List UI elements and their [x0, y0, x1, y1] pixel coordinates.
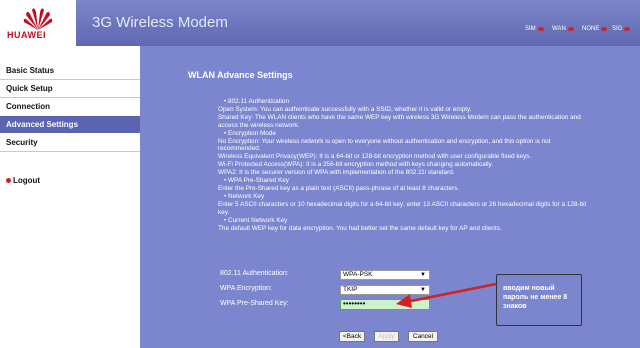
- app-title: 3G Wireless Modem: [92, 14, 228, 31]
- psk-label: WPA Pre-Shared Key:: [220, 300, 289, 307]
- back-button[interactable]: <Back: [339, 331, 365, 342]
- wan-status-label: WAN: [552, 26, 566, 32]
- main-panel: WLAN Advance Settings 802.11 Authenticat…: [140, 46, 640, 348]
- help-heading: Encryption Mode: [224, 130, 593, 138]
- page-title: WLAN Advance Settings: [188, 70, 293, 80]
- sim-status-label: SIM: [525, 26, 536, 32]
- sidebar-item-quick-setup[interactable]: Quick Setup: [0, 80, 140, 97]
- network-status-icon: [601, 27, 608, 31]
- help-heading: Current Network Key: [224, 217, 593, 225]
- wan-status-icon: [567, 27, 574, 31]
- help-heading: 802.11 Authentication: [224, 98, 593, 106]
- logo-text: HUAWEI: [7, 30, 46, 40]
- help-heading: Network Key: [224, 193, 593, 201]
- header-bar: HUAWEI 3G Wireless Modem SIM WAN NONE SI…: [0, 0, 640, 46]
- help-paragraph: Wi-Fi Protected Access(WPA): It is a 256…: [218, 161, 494, 169]
- divider: [0, 151, 140, 152]
- help-text: 802.11 Authentication Open System: You c…: [218, 98, 593, 232]
- sidebar-item-basic-status[interactable]: Basic Status: [0, 62, 140, 79]
- help-paragraph: WPA2: It is the securer version of WPA w…: [218, 169, 455, 177]
- dropdown-arrow-icon: ▼: [420, 272, 426, 278]
- sidebar-item-security[interactable]: Security: [0, 134, 140, 151]
- apply-button[interactable]: Apply: [374, 331, 399, 342]
- help-heading: WPA Pre-Shared Key: [224, 177, 593, 185]
- help-paragraph: Enter the Pre-Shared key as a plain text…: [218, 184, 460, 192]
- encryption-select-value: TKIP: [343, 286, 358, 293]
- sidebar: Basic Status Quick Setup Connection Adva…: [0, 46, 140, 348]
- sidebar-item-logout[interactable]: Logout: [0, 172, 140, 189]
- help-paragraph: No Encryption: Your wireless network is …: [218, 137, 551, 153]
- sidebar-item-connection[interactable]: Connection: [0, 98, 140, 115]
- auth-select[interactable]: WPA-PSK ▼: [340, 270, 430, 280]
- annotation-callout: вводим новый пароль не менее 8 знаков: [496, 274, 582, 326]
- help-paragraph: Wireless Equivalent Privacy(WEP): It is …: [218, 153, 532, 161]
- signal-status-icon: [624, 27, 631, 31]
- huawei-logo-icon: [23, 8, 53, 30]
- logout-icon: [6, 178, 11, 184]
- logout-label: Logout: [13, 176, 41, 185]
- help-paragraph: Enter 5 ASCII characters or 10 hexadecim…: [218, 200, 587, 216]
- help-paragraph: Shared Key: The WLAN clients who have th…: [218, 113, 581, 129]
- network-status-label: NONE: [582, 26, 600, 32]
- signal-status-label: SIG: [612, 26, 623, 32]
- huawei-logo: HUAWEI: [0, 0, 76, 46]
- network-status: NONE: [582, 26, 608, 32]
- signal-status: SIG: [612, 26, 631, 32]
- sim-status-icon: [537, 27, 544, 31]
- sim-status: SIM: [525, 26, 544, 32]
- help-paragraph: Open System: You can authenticate succes…: [218, 105, 472, 113]
- sidebar-item-advanced-settings[interactable]: Advanced Settings: [0, 116, 140, 133]
- annotation-arrow-icon: [396, 282, 497, 308]
- wan-status: WAN: [552, 26, 574, 32]
- cancel-button[interactable]: Cancel: [408, 331, 438, 342]
- auth-label: 802.11 Authentication:: [220, 270, 289, 277]
- help-paragraph: The default WEP key for data encryption.…: [218, 224, 502, 232]
- encryption-label: WPA Encryption:: [220, 285, 273, 292]
- annotation-text: вводим новый пароль не менее 8 знаков: [503, 285, 568, 310]
- auth-select-value: WPA-PSK: [343, 271, 373, 278]
